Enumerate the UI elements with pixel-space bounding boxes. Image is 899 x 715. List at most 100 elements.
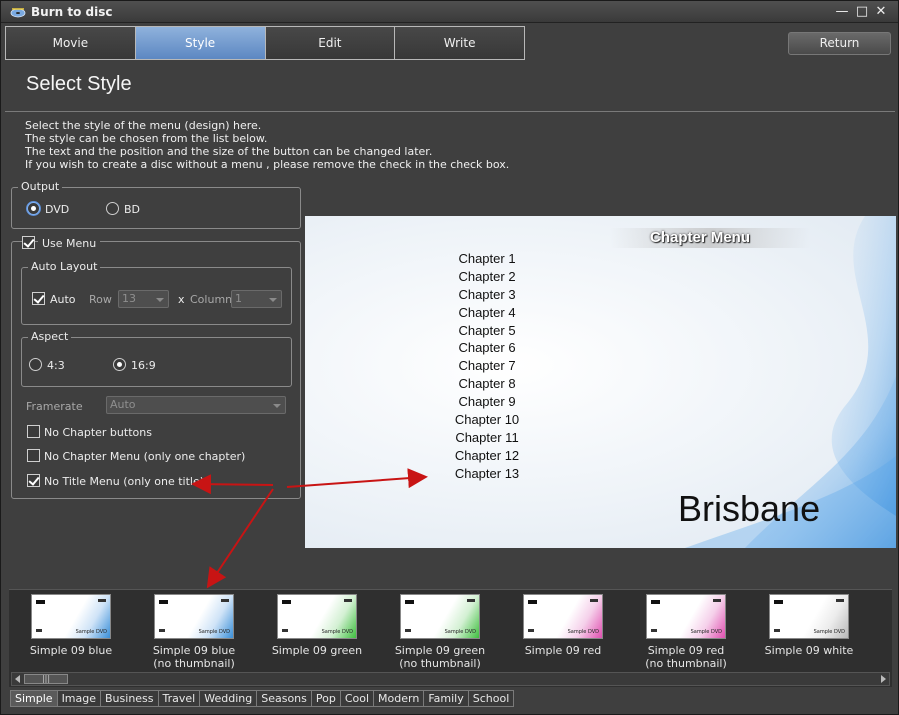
page-title: Select Style	[26, 73, 132, 95]
output-bd-radio[interactable]	[106, 202, 119, 215]
chevron-down-icon	[269, 298, 277, 302]
aspect-4-3-label: 4:3	[47, 359, 65, 372]
style-name: Simple 09 green	[271, 644, 363, 657]
row-select[interactable]: 13	[118, 290, 169, 308]
annotation-arrow-down	[206, 488, 274, 589]
auto-layout-label: Auto Layout	[28, 260, 101, 273]
style-item[interactable]: Sample DVD Simple 09 green (no thumbnail)	[380, 594, 500, 670]
chapter-item[interactable]: Chapter 12	[435, 448, 539, 466]
style-item[interactable]: Sample DVD Simple 09 red (no thumbnail)	[626, 594, 746, 670]
framerate-select-value: Auto	[110, 398, 136, 411]
description-line: The text and the position and the size o…	[25, 145, 433, 158]
output-group: Output DVD BD	[11, 180, 301, 229]
aspect-label: Aspect	[28, 330, 72, 343]
chapter-item[interactable]: Chapter 5	[435, 323, 539, 341]
style-thumbnail: Sample DVD	[277, 594, 357, 639]
tab-write[interactable]: Write	[395, 27, 524, 59]
scroll-right-icon[interactable]	[881, 675, 886, 683]
category-tab-school[interactable]: School	[468, 690, 515, 707]
tab-edit[interactable]: Edit	[265, 27, 396, 59]
use-menu-checkbox[interactable]	[22, 236, 35, 249]
chapter-item[interactable]: Chapter 3	[435, 287, 539, 305]
scroll-left-icon[interactable]	[15, 675, 20, 683]
chapter-item[interactable]: Chapter 11	[435, 430, 539, 448]
aspect-16-9-radio[interactable]	[113, 358, 126, 371]
no-chapter-menu-label: No Chapter Menu (only one chapter)	[44, 450, 246, 463]
window-title: Burn to disc	[31, 5, 113, 19]
description-text: Select the style of the menu (design) he…	[25, 119, 509, 171]
chapter-item[interactable]: Chapter 1	[435, 251, 539, 269]
category-tab-wedding[interactable]: Wedding	[200, 690, 258, 707]
output-bd-label: BD	[124, 203, 141, 216]
burn-to-disc-window: Burn to disc — □ ✕ Movie Style Edit Writ…	[0, 0, 899, 715]
chapter-item[interactable]: Chapter 4	[435, 305, 539, 323]
style-item[interactable]: Sample DVD Simple 09 blue (no thumbnail)	[134, 594, 254, 670]
output-dvd-label: DVD	[45, 203, 70, 216]
description-line: If you wish to create a disc without a m…	[25, 158, 510, 171]
auto-layout-group: Auto Layout Auto Row 13 x Column 1	[21, 260, 292, 325]
use-menu-label: Use Menu	[38, 237, 101, 250]
category-tab-cool[interactable]: Cool	[340, 690, 375, 707]
chapter-item[interactable]: Chapter 13	[435, 466, 539, 484]
auto-layout-checkbox[interactable]	[32, 292, 45, 305]
framerate-select[interactable]: Auto	[106, 396, 286, 414]
maximize-icon[interactable]: □	[854, 4, 870, 20]
output-dvd-radio[interactable]	[27, 202, 40, 215]
style-name: Simple 09 blue	[29, 644, 113, 657]
no-chapter-menu-checkbox[interactable]	[27, 449, 40, 462]
title-divider	[5, 111, 895, 112]
column-select-value: 1	[235, 292, 242, 305]
description-line: Select the style of the menu (design) he…	[25, 119, 262, 132]
column-select[interactable]: 1	[231, 290, 282, 308]
category-tab-image[interactable]: Image	[57, 690, 102, 707]
chapter-item[interactable]: Chapter 2	[435, 269, 539, 287]
row-label: Row	[89, 293, 112, 306]
no-chapter-buttons-checkbox[interactable]	[27, 425, 40, 438]
wizard-tabs: Movie Style Edit Write	[5, 26, 525, 60]
category-tab-pop[interactable]: Pop	[311, 690, 341, 707]
style-name: Simple 09 white	[764, 644, 854, 657]
column-label: Column	[190, 293, 233, 306]
tab-movie[interactable]: Movie	[6, 27, 136, 59]
minimize-icon[interactable]: —	[834, 4, 850, 20]
no-title-menu-checkbox[interactable]	[27, 474, 40, 487]
use-menu-group: Use Menu Auto Layout Auto Row 13 x Colum…	[11, 236, 301, 499]
disc-app-icon	[10, 8, 26, 18]
description-line: The style can be chosen from the list be…	[25, 132, 268, 145]
style-item[interactable]: Sample DVD Simple 09 green	[257, 594, 377, 657]
title-bar: Burn to disc — □ ✕	[1, 1, 898, 23]
close-icon[interactable]: ✕	[873, 4, 889, 20]
chapter-item[interactable]: Chapter 7	[435, 358, 539, 376]
tab-style[interactable]: Style	[135, 27, 266, 59]
no-chapter-buttons-label: No Chapter buttons	[44, 426, 152, 439]
output-group-label: Output	[18, 180, 63, 193]
style-item[interactable]: Sample DVD Simple 09 white	[749, 594, 869, 657]
style-name: Simple 09 blue (no thumbnail)	[152, 644, 236, 670]
category-tab-modern[interactable]: Modern	[374, 690, 425, 707]
style-item[interactable]: Sample DVD Simple 09 blue	[11, 594, 131, 657]
style-strip-scrollbar[interactable]: |||	[11, 672, 890, 686]
category-tab-business[interactable]: Business	[101, 690, 159, 707]
times-label: x	[178, 293, 185, 306]
style-thumbnail: Sample DVD	[769, 594, 849, 639]
category-tab-travel[interactable]: Travel	[158, 690, 201, 707]
scrollbar-thumb[interactable]: |||	[24, 674, 68, 684]
menu-preview: Chapter Menu Chapter 1 Chapter 2 Chapter…	[305, 216, 896, 548]
style-item[interactable]: Sample DVD Simple 09 red	[503, 594, 623, 657]
chapter-menu-title: Chapter Menu	[650, 229, 751, 246]
chapter-item[interactable]: Chapter 6	[435, 340, 539, 358]
aspect-4-3-radio[interactable]	[29, 358, 42, 371]
chapter-item[interactable]: Chapter 8	[435, 376, 539, 394]
category-tab-seasons[interactable]: Seasons	[257, 690, 312, 707]
category-tab-simple[interactable]: Simple	[10, 690, 58, 707]
style-name: Simple 09 green (no thumbnail)	[394, 644, 486, 670]
auto-layout-auto-label: Auto	[50, 293, 76, 306]
category-tab-family[interactable]: Family	[424, 690, 469, 707]
return-button[interactable]: Return	[788, 32, 891, 55]
place-name-text[interactable]: Brisbane	[678, 488, 820, 530]
style-name: Simple 09 red (no thumbnail)	[645, 644, 727, 670]
chapter-item[interactable]: Chapter 10	[435, 412, 539, 430]
style-thumbnail: Sample DVD	[31, 594, 111, 639]
chapter-item[interactable]: Chapter 9	[435, 394, 539, 412]
chevron-down-icon	[273, 404, 281, 408]
